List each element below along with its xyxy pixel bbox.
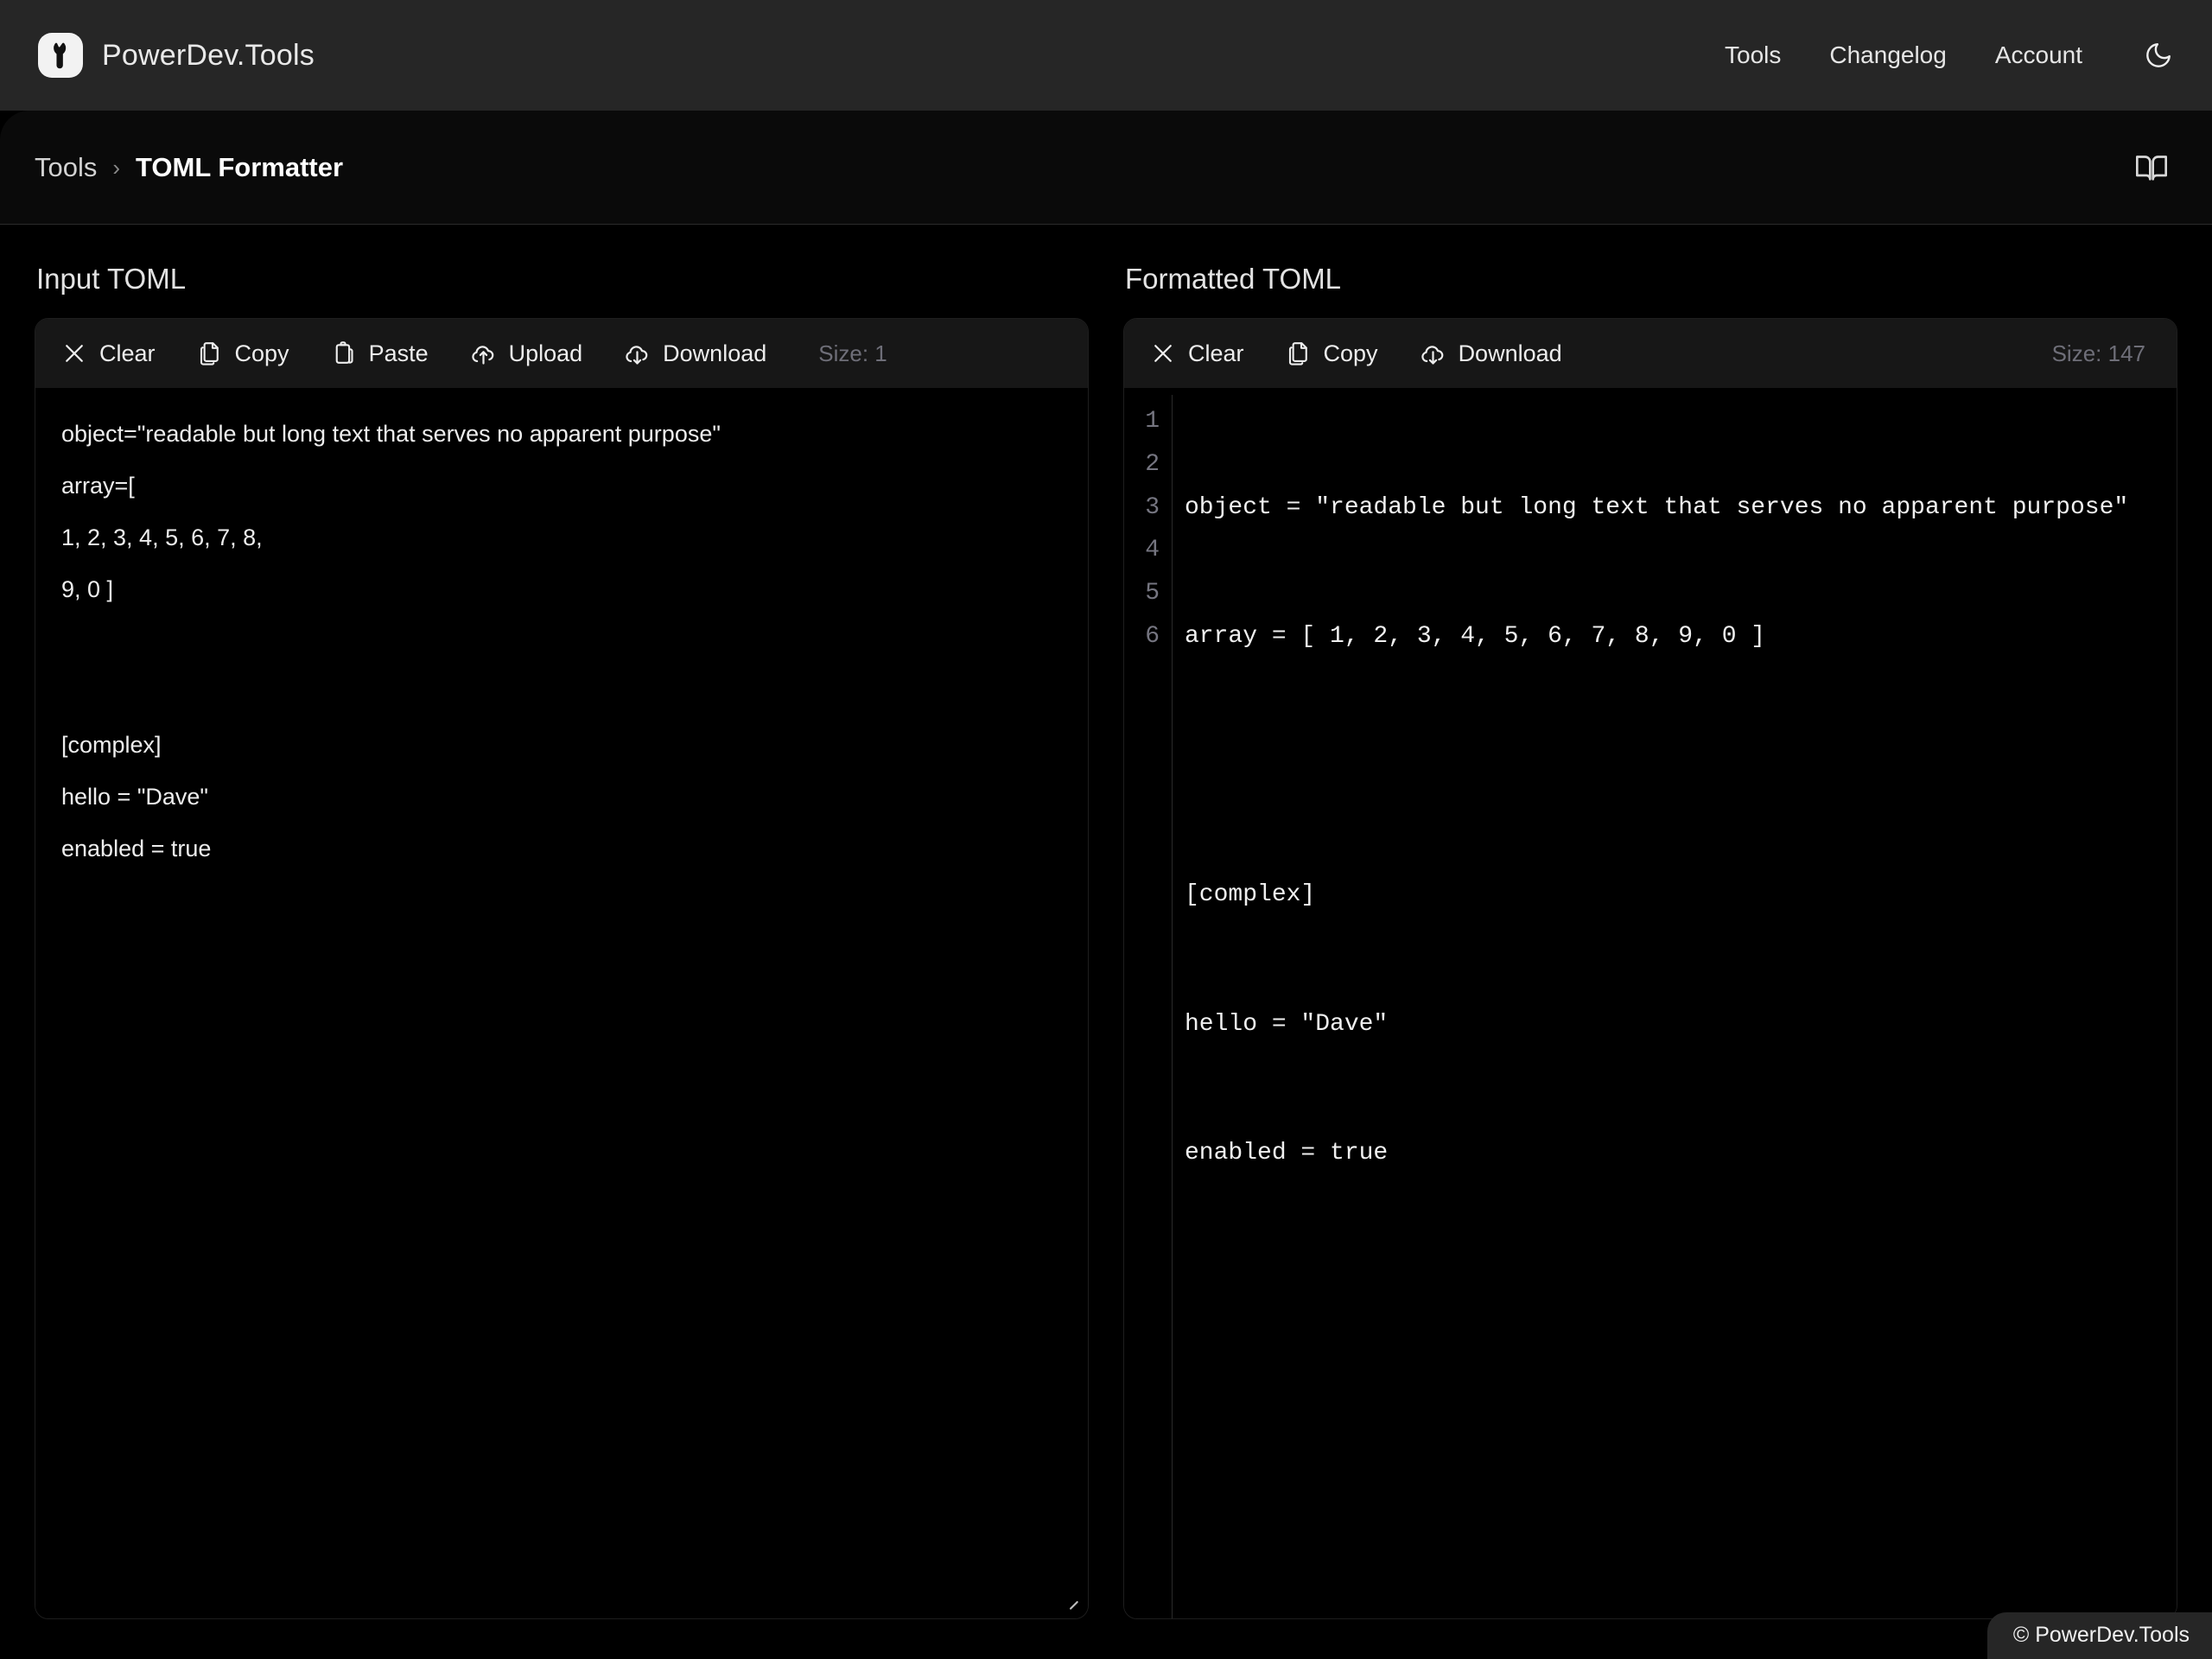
breadcrumb-parent-tools[interactable]: Tools bbox=[35, 152, 97, 183]
output-clear-button[interactable]: Clear bbox=[1148, 337, 1246, 371]
cloud-download-icon bbox=[1420, 340, 1446, 367]
output-copy-button[interactable]: Copy bbox=[1284, 337, 1380, 371]
code-line: [complex] bbox=[1185, 881, 1316, 909]
page-title: TOML Formatter bbox=[136, 151, 344, 182]
output-size-label: Size: 147 bbox=[2051, 340, 2145, 366]
formatted-code-view[interactable]: 1 2 3 4 5 6 object = "readable but long … bbox=[1124, 388, 2177, 1618]
output-download-button[interactable]: Download bbox=[1418, 337, 1564, 371]
input-download-label: Download bbox=[663, 340, 767, 366]
input-download-button[interactable]: Download bbox=[622, 337, 768, 371]
input-clear-button[interactable]: Clear bbox=[60, 337, 157, 371]
footer-copyright: © PowerDev.Tools bbox=[1986, 1612, 2212, 1659]
cloud-upload-icon bbox=[470, 340, 497, 367]
code-line: array = [ 1, 2, 3, 4, 5, 6, 7, 8, 9, 0 ] bbox=[1185, 623, 1766, 651]
output-copy-label: Copy bbox=[1323, 340, 1378, 366]
nav-link-account[interactable]: Account bbox=[1995, 41, 2082, 69]
line-number: 6 bbox=[1145, 623, 1160, 651]
moon-icon[interactable] bbox=[2136, 33, 2181, 78]
output-clear-label: Clear bbox=[1188, 340, 1244, 366]
input-clear-label: Clear bbox=[99, 340, 156, 366]
input-paste-button[interactable]: Paste bbox=[329, 337, 430, 371]
code-line: hello = "Dave" bbox=[1185, 1010, 1389, 1038]
line-number: 4 bbox=[1145, 537, 1160, 564]
input-copy-button[interactable]: Copy bbox=[195, 337, 291, 371]
chevron-right-icon: › bbox=[112, 154, 121, 181]
output-panel-title: Formatted TOML bbox=[1125, 263, 1342, 295]
clipboard-icon bbox=[331, 340, 357, 366]
line-number: 2 bbox=[1145, 450, 1160, 478]
copy-icon bbox=[1286, 340, 1312, 366]
workspace: Input TOML Clear Copy Paste Upload Downl… bbox=[0, 225, 2212, 1659]
code-line: enabled = true bbox=[1185, 1140, 1389, 1167]
breadcrumb: Tools › TOML Formatter bbox=[35, 152, 343, 183]
nav-link-tools[interactable]: Tools bbox=[1725, 41, 1781, 69]
input-upload-button[interactable]: Upload bbox=[468, 337, 585, 371]
cloud-download-icon bbox=[624, 340, 651, 367]
copy-icon bbox=[197, 340, 223, 366]
close-icon bbox=[1150, 340, 1176, 366]
output-download-label: Download bbox=[1458, 340, 1562, 366]
output-panel: Formatted TOML Clear Copy Download Size:… bbox=[1123, 263, 2177, 1659]
line-number: 5 bbox=[1145, 580, 1160, 607]
breadcrumb-bar: Tools › TOML Formatter bbox=[0, 111, 2212, 225]
brand[interactable]: PowerDev.Tools bbox=[38, 33, 315, 78]
input-editor-shell: Clear Copy Paste Upload Download Size: 1… bbox=[35, 318, 1089, 1619]
brand-name: PowerDev.Tools bbox=[102, 38, 315, 72]
nav-link-changelog[interactable]: Changelog bbox=[1829, 41, 1946, 69]
code-line: object = "readable but long text that se… bbox=[1185, 493, 2129, 521]
wrench-icon bbox=[38, 33, 83, 78]
input-upload-label: Upload bbox=[508, 340, 583, 366]
input-paste-label: Paste bbox=[368, 340, 429, 366]
line-number: 3 bbox=[1145, 493, 1160, 521]
input-toolbar: Clear Copy Paste Upload Download Size: 1 bbox=[35, 319, 1088, 388]
top-navigation: Tools Changelog Account bbox=[1725, 33, 2181, 78]
line-number-gutter: 1 2 3 4 5 6 bbox=[1124, 395, 1173, 1618]
input-panel-title: Input TOML bbox=[36, 263, 187, 295]
code-content: object = "readable but long text that se… bbox=[1173, 395, 2177, 1618]
top-header-bar: PowerDev.Tools Tools Changelog Account bbox=[0, 0, 2212, 111]
input-copy-label: Copy bbox=[234, 340, 289, 366]
input-size-label: Size: 1 bbox=[818, 340, 887, 366]
output-toolbar: Clear Copy Download Size: 147 bbox=[1124, 319, 2177, 388]
close-icon bbox=[61, 340, 87, 366]
input-textarea[interactable] bbox=[35, 388, 1088, 1618]
line-number: 1 bbox=[1145, 408, 1160, 435]
output-editor-shell: Clear Copy Download Size: 147 1 2 3 4 5 … bbox=[1123, 318, 2177, 1619]
book-icon[interactable] bbox=[2126, 142, 2177, 194]
input-panel: Input TOML Clear Copy Paste Upload Downl… bbox=[35, 263, 1089, 1659]
